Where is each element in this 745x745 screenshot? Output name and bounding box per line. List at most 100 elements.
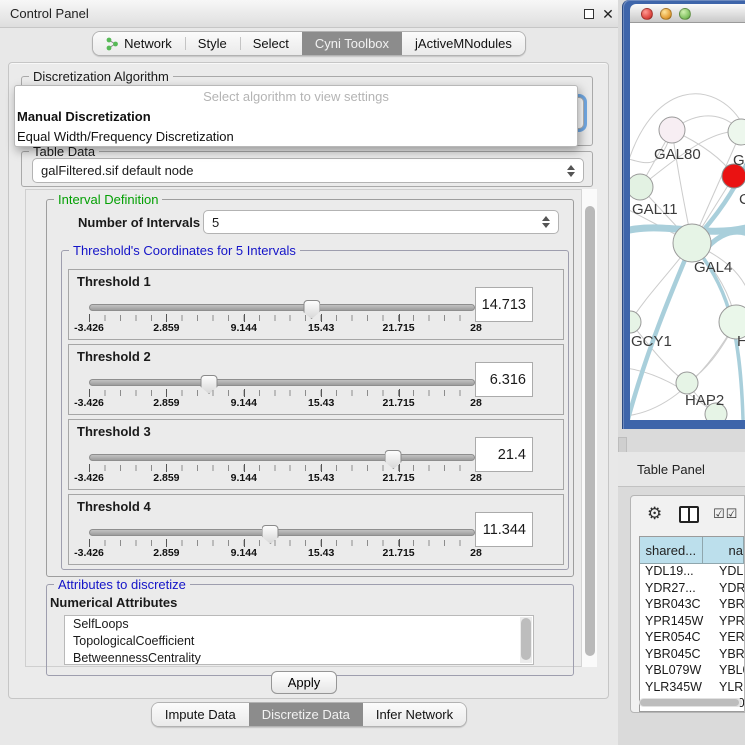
- table-data-combobox[interactable]: galFiltered.sif default node: [32, 158, 584, 183]
- table-toolbar: ⚙ ☑☑: [631, 496, 744, 534]
- node-table: shared... na YDL19...YDL1 YDR27...YDR2 Y…: [639, 536, 744, 712]
- interval-definition-group: Interval Definition Number of Intervals …: [46, 199, 574, 577]
- tab-jactivemnodules[interactable]: jActiveMNodules: [402, 32, 525, 55]
- checkbox-icons[interactable]: ☑☑: [713, 506, 738, 522]
- node-label-clipped-ga: GA: [733, 152, 745, 169]
- panel-title: Control Panel: [10, 0, 89, 28]
- application-root: Control Panel ✕ Network Style Select Cyn…: [0, 0, 745, 745]
- combo-arrows-icon: [542, 216, 550, 228]
- network-view-window: GAL80 GA C GAL11 GAL4 GCY1 H HAP2: [622, 0, 745, 429]
- table-row[interactable]: YBR043CYBR0: [640, 597, 744, 614]
- tab-style[interactable]: Style: [185, 32, 240, 55]
- columns-icon[interactable]: [679, 506, 699, 523]
- control-panel-titlebar: Control Panel ✕: [0, 0, 618, 28]
- table-row[interactable]: YDL19...YDL1: [640, 564, 744, 581]
- tab-infer-network[interactable]: Infer Network: [363, 703, 466, 726]
- group-title-interval: Interval Definition: [54, 192, 162, 207]
- float-window-icon[interactable]: [584, 9, 594, 19]
- group-title-thresholds: Threshold's Coordinates for 5 Intervals: [69, 243, 300, 258]
- threshold-2-panel: Threshold 2 -3.4262.8599.14415.4321.7152…: [68, 344, 564, 415]
- node-label-clipped-c: C: [739, 191, 745, 208]
- node-label-gal80: GAL80: [654, 146, 701, 163]
- vertical-scrollbar[interactable]: [581, 189, 597, 667]
- table-data-group: Table Data galFiltered.sif default node: [21, 151, 593, 187]
- threshold-4-label: Threshold 4: [77, 499, 151, 514]
- threshold-1-panel: Threshold 1 -3.4262.8599.14415.4321.7152…: [68, 269, 564, 340]
- combo-arrows-icon: [567, 165, 575, 177]
- threshold-4-slider[interactable]: [89, 529, 475, 536]
- gear-icon[interactable]: ⚙: [647, 504, 662, 524]
- table-row[interactable]: YLR345WYLR3: [640, 680, 744, 697]
- threshold-1-label: Threshold 1: [77, 274, 151, 289]
- control-panel: Control Panel ✕ Network Style Select Cyn…: [0, 0, 618, 745]
- network-window-titlebar[interactable]: [630, 4, 745, 23]
- numerical-attributes-label: Numerical Attributes: [50, 595, 177, 610]
- tab-select[interactable]: Select: [240, 32, 302, 55]
- group-title-attributes: Attributes to discretize: [54, 577, 190, 592]
- network-graph: GAL80 GA C GAL11 GAL4 GCY1 H HAP2: [630, 23, 745, 420]
- node-label-gal11: GAL11: [632, 201, 678, 218]
- tab-impute-data[interactable]: Impute Data: [152, 703, 249, 726]
- bottom-tabbar: Impute Data Discretize Data Infer Networ…: [0, 702, 618, 730]
- column-header-name[interactable]: na: [703, 537, 744, 564]
- table-data-value: galFiltered.sif default node: [41, 163, 193, 178]
- tab-network[interactable]: Network: [93, 32, 185, 55]
- node-label-clipped-h: H: [737, 333, 745, 350]
- threshold-4-panel: Threshold 4 -3.4262.8599.14415.4321.7152…: [68, 494, 564, 565]
- cyni-toolbox-panel: Discretization Algorithm Select algorith…: [8, 62, 609, 699]
- node-label-gcy1: GCY1: [631, 333, 672, 350]
- tab-discretize-data[interactable]: Discretize Data: [249, 703, 363, 726]
- list-item[interactable]: TopologicalCoefficient: [65, 633, 533, 650]
- table-panel: ⚙ ☑☑ shared... na YDL19...YDL1 YDR27...Y…: [630, 495, 745, 713]
- threshold-2-slider[interactable]: [89, 379, 475, 386]
- threshold-3-panel: Threshold 3 -3.4262.8599.14415.4321.7152…: [68, 419, 564, 490]
- threshold-2-label: Threshold 2: [77, 349, 151, 364]
- column-header-shared-name[interactable]: shared...: [640, 537, 703, 564]
- dropdown-placeholder: Select algorithm to view settings: [15, 86, 577, 107]
- network-icon: [106, 37, 119, 51]
- minimize-traffic-light-icon[interactable]: [660, 8, 672, 20]
- threshold-3-slider[interactable]: [89, 454, 475, 461]
- table-header-row: shared... na: [640, 537, 744, 564]
- list-item[interactable]: SelfLoops: [65, 616, 533, 633]
- group-title-algorithm: Discretization Algorithm: [29, 69, 173, 84]
- numerical-attributes-list[interactable]: SelfLoops TopologicalCoefficient Between…: [64, 615, 534, 665]
- threshold-4-value-field[interactable]: 11.344: [475, 512, 533, 547]
- scale-labels: -3.4262.8599.14415.4321.71528: [89, 547, 476, 561]
- table-row[interactable]: YBL079WYBL0: [640, 663, 744, 680]
- tab-cyni-toolbox[interactable]: Cyni Toolbox: [302, 32, 402, 55]
- num-intervals-combobox[interactable]: 5: [203, 210, 559, 234]
- algorithm-dropdown-popup: Select algorithm to view settings Manual…: [14, 85, 578, 147]
- horizontal-scrollbar[interactable]: [639, 698, 742, 707]
- settings-scrollpane: Interval Definition Number of Intervals …: [25, 189, 597, 667]
- tick-marks: [89, 540, 476, 546]
- tick-marks: [89, 390, 476, 396]
- option-manual-discretization[interactable]: Manual Discretization: [15, 107, 577, 127]
- option-equal-width-frequency[interactable]: Equal Width/Frequency Discretization: [15, 127, 577, 147]
- threshold-1-slider[interactable]: [89, 304, 475, 311]
- close-traffic-light-icon[interactable]: [641, 8, 653, 20]
- threshold-3-value-field[interactable]: 21.4: [475, 437, 533, 472]
- node-label-hap2: HAP2: [685, 392, 724, 409]
- tick-marks: [89, 465, 476, 471]
- table-panel-titlebar: Table Panel: [618, 452, 745, 487]
- zoom-traffic-light-icon[interactable]: [679, 8, 691, 20]
- list-scrollbar[interactable]: [520, 617, 532, 663]
- num-intervals-label: Number of Intervals: [78, 215, 200, 230]
- attributes-group: Attributes to discretize Numerical Attri…: [46, 584, 574, 676]
- table-row[interactable]: YER054CYER0: [640, 630, 744, 647]
- scale-labels: -3.4262.8599.14415.4321.71528: [89, 322, 476, 336]
- close-icon[interactable]: ✕: [600, 5, 616, 23]
- threshold-1-value-field[interactable]: 14.713: [475, 287, 533, 322]
- scale-labels: -3.4262.8599.14415.4321.71528: [89, 472, 476, 486]
- table-row[interactable]: YPR145WYPR1: [640, 614, 744, 631]
- node-label-gal4: GAL4: [694, 259, 732, 276]
- table-row[interactable]: YBR045CYBR0: [640, 647, 744, 664]
- apply-button[interactable]: Apply: [271, 671, 337, 694]
- table-panel-title: Table Panel: [637, 452, 705, 487]
- threshold-2-value-field[interactable]: 6.316: [475, 362, 533, 397]
- table-row[interactable]: YDR27...YDR2: [640, 581, 744, 598]
- network-canvas[interactable]: GAL80 GA C GAL11 GAL4 GCY1 H HAP2: [630, 23, 745, 420]
- top-tabbar: Network Style Select Cyni Toolbox jActiv…: [0, 31, 618, 59]
- list-item[interactable]: BetweennessCentrality: [65, 650, 533, 665]
